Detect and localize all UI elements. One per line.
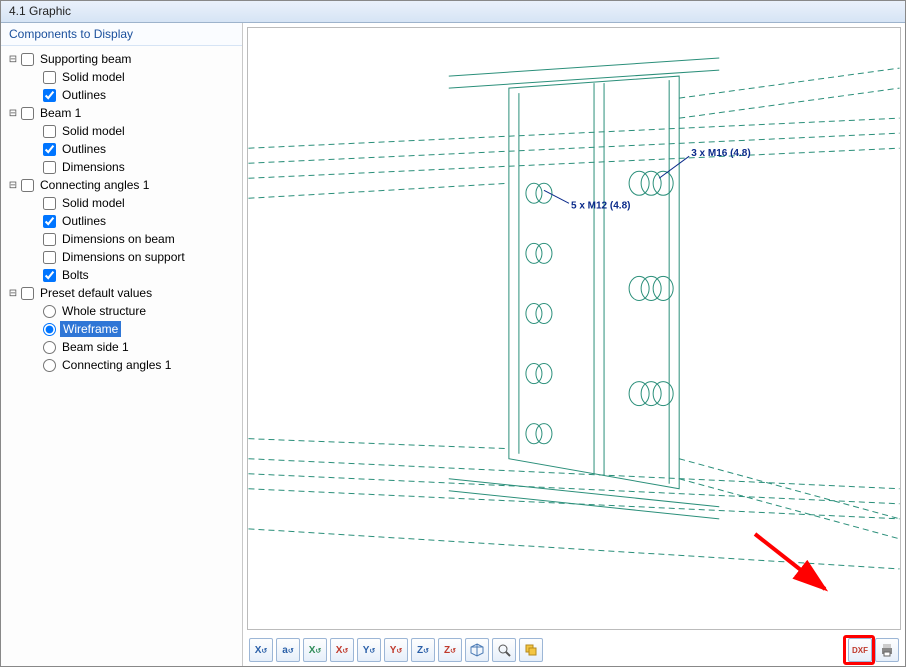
tree-radio[interactable] xyxy=(43,323,56,336)
copy-icon xyxy=(523,642,539,658)
tree-checkbox[interactable] xyxy=(43,125,56,138)
tree-radio[interactable] xyxy=(43,359,56,372)
view-yred-button[interactable]: Y↺ xyxy=(384,638,408,662)
main-area: Components to Display ⊟ Supporting beam So… xyxy=(1,23,905,666)
tree-item-label: Outlines xyxy=(60,213,108,229)
annotation-bolts-left: 5 x M12 (4.8) xyxy=(571,200,630,211)
tree-item[interactable]: Dimensions xyxy=(3,158,240,176)
tree-group-label: Preset default values xyxy=(38,285,154,301)
tree-checkbox[interactable] xyxy=(43,89,56,102)
tree-item-label: Beam side 1 xyxy=(60,339,131,355)
axis-icon: X↺ xyxy=(255,645,268,656)
group-checkbox[interactable] xyxy=(21,287,34,300)
tree-item-label: Solid model xyxy=(60,195,127,211)
tree-item[interactable]: Outlines xyxy=(3,140,240,158)
view-toolbar: X↺ a↺ X↺ X↺ Y↺ Y↺ Z↺ Z↺ DXF xyxy=(243,634,905,666)
tree-group-label: Supporting beam xyxy=(38,51,133,67)
axis-icon: Y↺ xyxy=(390,645,403,656)
tree-item-label: Whole structure xyxy=(60,303,148,319)
tree-checkbox[interactable] xyxy=(43,161,56,174)
tree-item[interactable]: Bolts xyxy=(3,266,240,284)
tree-item-label: Dimensions xyxy=(60,159,127,175)
tree-checkbox[interactable] xyxy=(43,71,56,84)
axis-icon: a↺ xyxy=(282,645,293,656)
graphic-viewport[interactable]: 5 x M12 (4.8) 3 x M16 (4.8) xyxy=(247,27,901,630)
tree-checkbox[interactable] xyxy=(43,143,56,156)
tree-group[interactable]: ⊟ Preset default values xyxy=(3,284,240,302)
axis-icon: X↺ xyxy=(309,645,322,656)
sidebar: Components to Display ⊟ Supporting beam So… xyxy=(1,23,243,666)
viewport-wrap: 5 x M12 (4.8) 3 x M16 (4.8) X↺ a↺ X↺ X↺ Y↺ Y↺… xyxy=(243,23,905,666)
view-xg-button[interactable]: X↺ xyxy=(303,638,327,662)
window-title: 4.1 Graphic xyxy=(9,4,71,18)
tree-item-label: Solid model xyxy=(60,69,127,85)
cube-icon xyxy=(469,642,485,658)
view-xred-button[interactable]: X↺ xyxy=(330,638,354,662)
export-dxf-button[interactable]: DXF xyxy=(848,638,872,662)
annotation-bolts-right: 3 x M16 (4.8) xyxy=(691,148,750,159)
bolt-group-right xyxy=(629,171,673,405)
zoom-fit-button[interactable] xyxy=(492,638,516,662)
expander-icon[interactable]: ⊟ xyxy=(7,287,19,299)
view-y-button[interactable]: Y↺ xyxy=(357,638,381,662)
tree-item-label: Connecting angles 1 xyxy=(60,357,173,373)
tree-item[interactable]: Solid model xyxy=(3,194,240,212)
tree-radio[interactable] xyxy=(43,341,56,354)
tree-item-label: Solid model xyxy=(60,123,127,139)
tree-item[interactable]: Outlines xyxy=(3,212,240,230)
tree-checkbox[interactable] xyxy=(43,251,56,264)
tree-radio[interactable] xyxy=(43,305,56,318)
group-checkbox[interactable] xyxy=(21,179,34,192)
copy-view-button[interactable] xyxy=(519,638,543,662)
tree-item[interactable]: Beam side 1 xyxy=(3,338,240,356)
view-a-button[interactable]: a↺ xyxy=(276,638,300,662)
view-z-button[interactable]: Z↺ xyxy=(411,638,435,662)
axis-icon: Z↺ xyxy=(417,645,429,656)
tree-item[interactable]: Solid model xyxy=(3,68,240,86)
tree-item[interactable]: Wireframe xyxy=(3,320,240,338)
print-button[interactable] xyxy=(875,638,899,662)
tree-checkbox[interactable] xyxy=(43,233,56,246)
view-x-button[interactable]: X↺ xyxy=(249,638,273,662)
dxf-icon: DXF xyxy=(852,646,868,655)
bolt-group-left xyxy=(526,183,552,443)
magnifier-icon xyxy=(496,642,512,658)
tree-item-label: Dimensions on support xyxy=(60,249,187,265)
expander-icon[interactable]: ⊟ xyxy=(7,179,19,191)
view-zred-button[interactable]: Z↺ xyxy=(438,638,462,662)
tree-checkbox[interactable] xyxy=(43,269,56,282)
tree-item[interactable]: Outlines xyxy=(3,86,240,104)
axis-icon: Y↺ xyxy=(363,645,376,656)
tree-group[interactable]: ⊟ Beam 1 xyxy=(3,104,240,122)
tree-group-label: Beam 1 xyxy=(38,105,83,121)
print-icon xyxy=(879,642,895,658)
group-checkbox[interactable] xyxy=(21,107,34,120)
panel-header: Components to Display xyxy=(1,23,242,46)
tree-item-label: Dimensions on beam xyxy=(60,231,177,247)
tree-item[interactable]: Whole structure xyxy=(3,302,240,320)
view-iso-button[interactable] xyxy=(465,638,489,662)
tree-item-label: Bolts xyxy=(60,267,91,283)
axis-icon: Z↺ xyxy=(444,645,456,656)
tree-item-label: Wireframe xyxy=(60,321,121,337)
tree-item[interactable]: Dimensions on beam xyxy=(3,230,240,248)
expander-icon[interactable]: ⊟ xyxy=(7,53,19,65)
tree-item[interactable]: Solid model xyxy=(3,122,240,140)
tree-group-label: Connecting angles 1 xyxy=(38,177,151,193)
expander-icon[interactable]: ⊟ xyxy=(7,107,19,119)
tree-checkbox[interactable] xyxy=(43,215,56,228)
tree-group[interactable]: ⊟ Connecting angles 1 xyxy=(3,176,240,194)
tree-item-label: Outlines xyxy=(60,141,108,157)
component-tree[interactable]: ⊟ Supporting beam Solid model Outlines ⊟ Beam… xyxy=(1,46,242,666)
tree-item[interactable]: Connecting angles 1 xyxy=(3,356,240,374)
tree-checkbox[interactable] xyxy=(43,197,56,210)
tree-item[interactable]: Dimensions on support xyxy=(3,248,240,266)
tree-group[interactable]: ⊟ Supporting beam xyxy=(3,50,240,68)
window-titlebar: 4.1 Graphic xyxy=(1,1,905,23)
tree-item-label: Outlines xyxy=(60,87,108,103)
group-checkbox[interactable] xyxy=(21,53,34,66)
axis-icon: X↺ xyxy=(336,645,349,656)
